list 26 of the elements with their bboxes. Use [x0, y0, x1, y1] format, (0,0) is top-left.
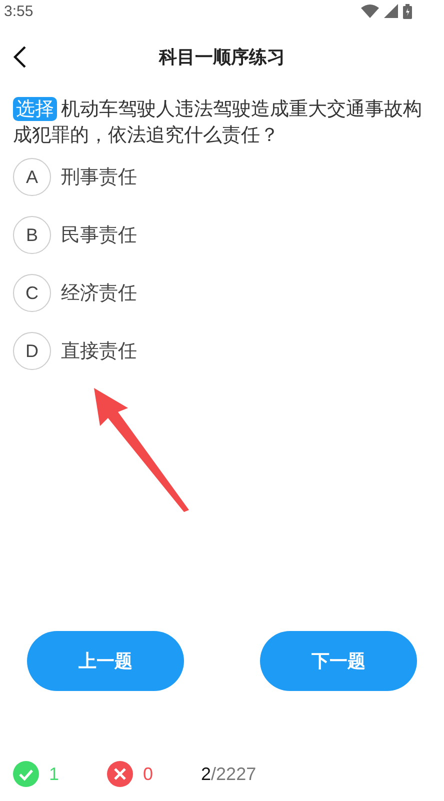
answer-option[interactable]: A 刑事责任 [0, 158, 444, 196]
wifi-icon [361, 4, 379, 18]
page-title: 科目一顺序练习 [159, 46, 285, 69]
status-time: 3:55 [4, 2, 34, 20]
option-text: 直接责任 [61, 339, 137, 364]
option-letter: A [13, 158, 51, 196]
option-text: 民事责任 [61, 223, 137, 248]
question-text: 选择 机动车驾驶人违法驾驶造成重大交通事故构成犯罪的，依法追究什么责任？ [12, 96, 423, 148]
option-text: 刑事责任 [61, 165, 137, 190]
wrong-icon [107, 761, 134, 787]
answer-option[interactable]: C 经济责任 [0, 274, 444, 312]
back-icon[interactable] [13, 45, 27, 69]
battery-icon [403, 4, 412, 18]
wrong-count: 0 [143, 764, 154, 784]
option-letter: B [13, 216, 51, 254]
option-letter: C [13, 274, 51, 312]
option-letter: D [13, 332, 51, 370]
total-count: /2227 [211, 764, 256, 784]
current-number: 2 [201, 764, 212, 784]
option-text: 经济责任 [61, 281, 137, 306]
answer-option[interactable]: D 直接责任 [0, 332, 444, 370]
correct-count: 1 [49, 764, 60, 784]
answer-option[interactable]: B 民事责任 [0, 216, 444, 254]
correct-icon [13, 761, 39, 787]
type-badge: 选择 [13, 97, 57, 121]
signal-icon [384, 4, 398, 18]
